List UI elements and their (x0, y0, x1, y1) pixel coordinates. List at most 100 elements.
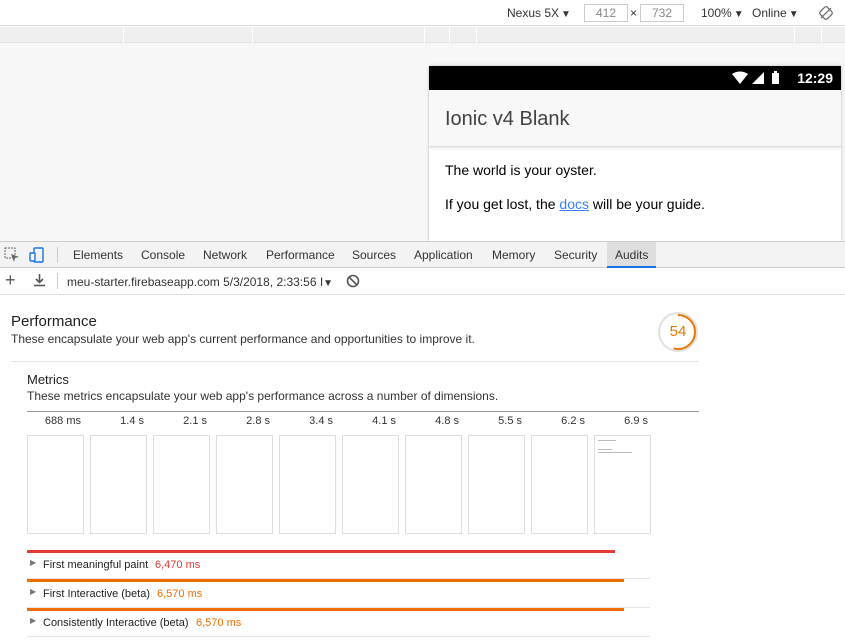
tab-console[interactable]: Console (133, 242, 193, 268)
section-divider (11, 361, 699, 362)
metrics-divider (27, 411, 699, 412)
metric-timeline-bar (27, 579, 624, 582)
docs-link[interactable]: docs (559, 196, 589, 212)
media-query-bar[interactable] (0, 27, 845, 43)
rotate-icon[interactable] (818, 5, 834, 24)
filmstrip-timestamp: 2.1 s (183, 415, 207, 427)
filmstrip-timestamp: 5.5 s (498, 415, 522, 427)
app-paragraph-1: The world is your oyster. (445, 162, 597, 178)
metric-value: 6,570 ms (157, 588, 203, 600)
clear-icon[interactable] (346, 274, 360, 291)
metric-row[interactable]: ▶ First meaningful paint 6,470 ms (27, 550, 650, 579)
filmstrip-frame (405, 435, 462, 534)
app-paragraph-2: If you get lost, the docs will be your g… (445, 196, 705, 212)
android-status-bar: 12:29 (429, 66, 841, 90)
tab-network[interactable]: Network (195, 242, 255, 268)
tab-audits[interactable]: Audits (607, 242, 657, 268)
expand-triangle-icon[interactable]: ▶ (30, 587, 36, 596)
ruler-tick (252, 27, 253, 43)
battery-icon (772, 71, 779, 84)
performance-score: 54 (669, 323, 687, 340)
filmstrip-timestamp: 3.4 s (309, 415, 333, 427)
device-select[interactable]: Nexus 5X ▼ (507, 6, 571, 20)
toolbar-divider (57, 247, 58, 263)
height-input[interactable] (640, 4, 684, 22)
frame-thumbnail-line (598, 449, 612, 450)
tab-application[interactable]: Application (406, 242, 481, 268)
chevron-down-icon: ▼ (733, 9, 744, 20)
tab-memory[interactable]: Memory (484, 242, 543, 268)
device-toolbar: Nexus 5X▼ × 100%▼ Online▼ (0, 0, 845, 26)
filmstrip-frame (153, 435, 210, 534)
ruler-tick (476, 27, 477, 43)
device-screen[interactable]: 12:29 Ionic v4 Blank The world is your o… (429, 66, 841, 241)
filmstrip-frame (594, 435, 651, 534)
filmstrip-frame (90, 435, 147, 534)
filmstrip-frame (468, 435, 525, 534)
performance-score-gauge: 54 (658, 312, 698, 352)
ruler-tick (123, 27, 124, 43)
chevron-down-icon: ▼ (788, 9, 799, 20)
device-toggle-icon[interactable] (29, 247, 45, 266)
inspect-element-icon[interactable] (4, 247, 20, 266)
metric-name: First Interactive (beta) (43, 588, 150, 600)
signal-icon (752, 72, 764, 84)
wifi-icon (732, 71, 748, 84)
metric-value: 6,570 ms (196, 617, 242, 629)
chevron-down-icon: ▼ (323, 278, 334, 289)
filmstrip-frame (342, 435, 399, 534)
metric-row[interactable]: ▶ First Interactive (beta) 6,570 ms (27, 579, 650, 608)
filmstrip-timestamp: 2.8 s (246, 415, 270, 427)
filmstrip-frame (216, 435, 273, 534)
metric-row[interactable]: ▶ Consistently Interactive (beta) 6,570 ms (27, 608, 650, 637)
filmstrip-timestamp: 688 ms (44, 415, 81, 427)
zoom-select[interactable]: 100% ▼ (701, 6, 744, 20)
filmstrip-timestamp: 6.9 s (624, 415, 648, 427)
network-throttle-select[interactable]: Online ▼ (752, 6, 799, 20)
report-select[interactable]: meu-starter.firebaseapp.com 5/3/2018, 2:… (67, 275, 333, 289)
filmstrip-frame (27, 435, 84, 534)
filmstrip-timestamp: 1.4 s (120, 415, 144, 427)
tab-sources[interactable]: Sources (344, 242, 404, 268)
status-icons (731, 71, 783, 88)
metric-name: Consistently Interactive (beta) (43, 617, 189, 629)
filmstrip-timestamp: 4.8 s (435, 415, 459, 427)
metrics-description: These metrics encapsulate your web app's… (27, 389, 499, 403)
times-sign: × (630, 6, 638, 20)
metric-value: 6,470 ms (155, 559, 201, 571)
filmstrip-frame (531, 435, 588, 534)
download-icon[interactable] (33, 273, 46, 290)
metric-name: First meaningful paint (43, 559, 149, 571)
category-title: Performance (11, 313, 97, 330)
frame-thumbnail-line (598, 440, 616, 441)
app-toolbar: Ionic v4 Blank (429, 90, 841, 147)
app-content: The world is your oyster. If you get los… (429, 147, 841, 241)
expand-triangle-icon[interactable]: ▶ (30, 616, 36, 625)
metric-timeline-bar (27, 550, 615, 553)
tab-performance[interactable]: Performance (258, 242, 343, 268)
app-title: Ionic v4 Blank (445, 108, 570, 130)
new-audit-icon[interactable]: + (5, 270, 16, 291)
ruler-tick (821, 27, 822, 43)
status-time: 12:29 (797, 70, 833, 86)
category-description: These encapsulate your web app's current… (11, 332, 475, 346)
audits-toolbar: + meu-starter.firebaseapp.com 5/3/2018, … (0, 268, 845, 295)
device-viewport-area: 12:29 Ionic v4 Blank The world is your o… (0, 43, 845, 241)
expand-triangle-icon[interactable]: ▶ (30, 558, 36, 567)
frame-thumbnail-line (598, 452, 632, 453)
ruler-tick (449, 27, 450, 43)
ruler-tick (424, 27, 425, 43)
toolbar-divider (57, 273, 58, 289)
tab-security[interactable]: Security (546, 242, 605, 268)
filmstrip-frame (279, 435, 336, 534)
filmstrip-timestamp: 6.2 s (561, 415, 585, 427)
ruler-tick (794, 27, 795, 43)
chevron-down-icon: ▼ (561, 9, 571, 20)
width-input[interactable] (584, 4, 628, 22)
metric-timeline-bar (27, 608, 624, 611)
audit-report: Performance These encapsulate your web a… (0, 296, 845, 640)
metrics-title: Metrics (27, 372, 69, 387)
filmstrip-timestamps: 688 ms 1.4 s 2.1 s 2.8 s 3.4 s 4.1 s 4.8 s 5.5 … (27, 415, 657, 431)
filmstrip-timestamp: 4.1 s (372, 415, 396, 427)
tab-elements[interactable]: Elements (65, 242, 131, 268)
